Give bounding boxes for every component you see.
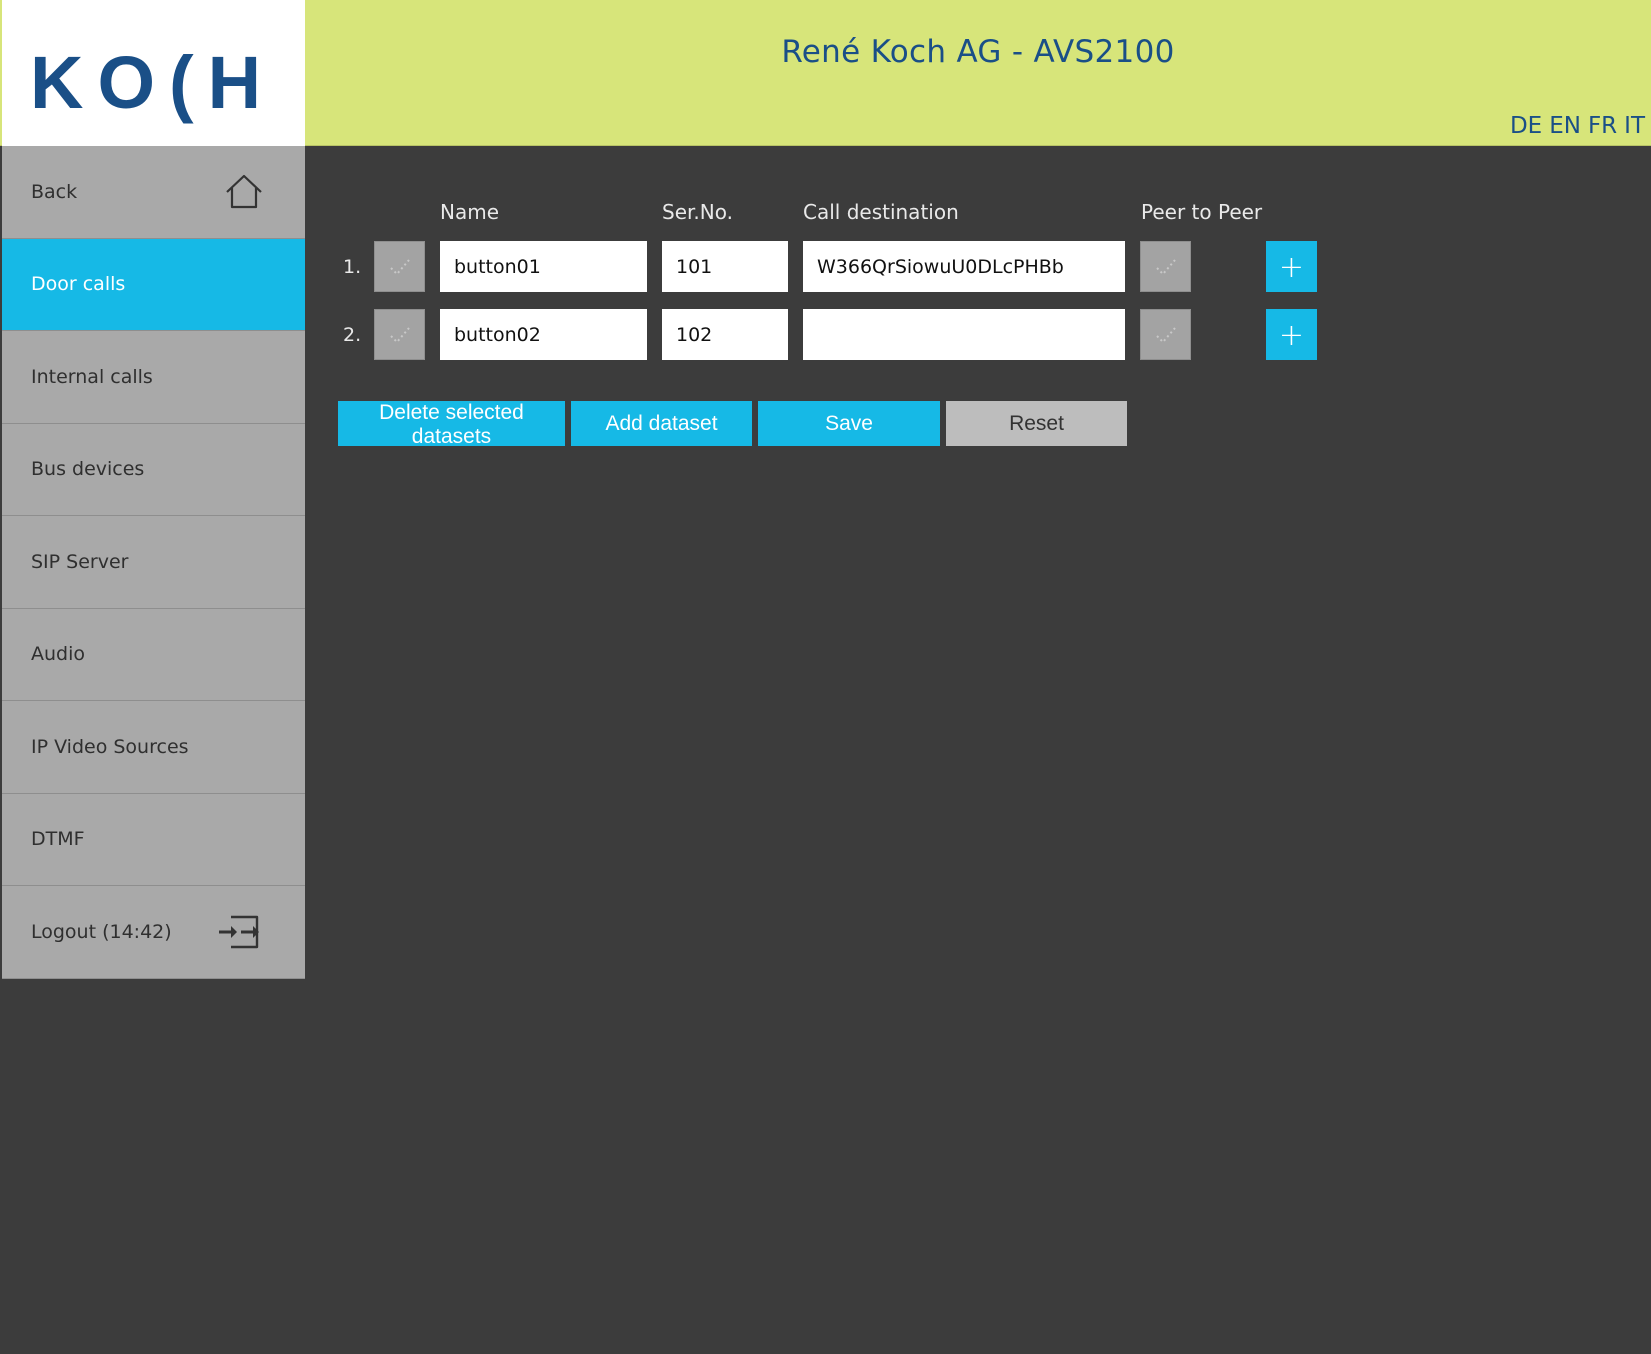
- add-destination-button[interactable]: +: [1266, 309, 1317, 360]
- sidebar-item-label: Logout (14:42): [31, 920, 172, 943]
- save-button[interactable]: Save: [758, 401, 940, 446]
- sidebar-item-logout[interactable]: Logout (14:42): [2, 886, 305, 979]
- sidebar-item-bus-devices[interactable]: Bus devices: [2, 423, 305, 516]
- sidebar-item-ip-video-sources[interactable]: IP Video Sources: [2, 701, 305, 794]
- sidebar: Back Door calls Internal calls Bus devic…: [2, 146, 305, 979]
- lang-en[interactable]: EN: [1549, 113, 1581, 139]
- logout-icon: [219, 915, 259, 948]
- row-select-checkbox[interactable]: [374, 309, 425, 360]
- call-destination-input[interactable]: [803, 309, 1125, 360]
- sidebar-item-audio[interactable]: Audio: [2, 608, 305, 701]
- add-dataset-button[interactable]: Add dataset: [571, 401, 752, 446]
- sidebar-item-internal-calls[interactable]: Internal calls: [2, 331, 305, 424]
- delete-selected-button[interactable]: Delete selected datasets: [338, 401, 565, 448]
- page-title: René Koch AG - AVS2100: [781, 34, 1175, 70]
- name-input[interactable]: [440, 241, 647, 292]
- column-header-peer-to-peer: Peer to Peer: [1141, 200, 1263, 224]
- sidebar-item-label: Back: [31, 180, 78, 203]
- sidebar-item-label: Door calls: [31, 273, 126, 296]
- app-header: KO(H René Koch AG - AVS2100 DE EN FR IT: [0, 0, 1651, 146]
- column-header-serno: Ser.No.: [662, 200, 733, 224]
- language-selector: DE EN FR IT: [1503, 113, 1645, 139]
- reset-button[interactable]: Reset: [946, 401, 1127, 446]
- lang-fr[interactable]: FR: [1588, 113, 1617, 139]
- add-destination-button[interactable]: +: [1266, 241, 1317, 292]
- sidebar-item-label: SIP Server: [31, 550, 129, 573]
- row-number: 1.: [343, 256, 362, 278]
- sidebar-item-dtmf[interactable]: DTMF: [2, 793, 305, 886]
- row-select-checkbox[interactable]: [374, 241, 425, 292]
- lang-de[interactable]: DE: [1510, 113, 1542, 139]
- sidebar-item-back[interactable]: Back: [2, 146, 305, 239]
- logo-text: KO(H: [30, 41, 275, 124]
- check-icon: [1156, 327, 1176, 344]
- sidebar-item-label: Bus devices: [31, 458, 145, 481]
- sidebar-item-label: IP Video Sources: [31, 735, 189, 758]
- sidebar-item-label: Internal calls: [31, 365, 153, 388]
- door-calls-panel: Name Ser.No. Call destination Peer to Pe…: [305, 146, 1651, 1354]
- serno-input[interactable]: [662, 309, 788, 360]
- lang-it[interactable]: IT: [1624, 113, 1645, 139]
- column-header-name: Name: [440, 200, 500, 224]
- sidebar-item-sip-server[interactable]: SIP Server: [2, 516, 305, 609]
- column-header-call-destination: Call destination: [803, 200, 959, 224]
- sidebar-item-label: Audio: [31, 643, 86, 666]
- peer-to-peer-checkbox[interactable]: [1140, 241, 1191, 292]
- check-icon: [1156, 259, 1176, 276]
- check-icon: [390, 327, 410, 344]
- check-icon: [390, 259, 410, 276]
- row-number: 2.: [343, 324, 362, 346]
- sidebar-item-door-calls[interactable]: Door calls: [2, 238, 305, 331]
- call-destination-input[interactable]: [803, 241, 1125, 292]
- koch-logo-graphic: KO(H: [30, 41, 275, 124]
- sidebar-item-label: DTMF: [31, 828, 85, 851]
- peer-to-peer-checkbox[interactable]: [1140, 309, 1191, 360]
- home-icon: [226, 174, 262, 208]
- koch-logo: KO(H: [2, 0, 305, 146]
- serno-input[interactable]: [662, 241, 788, 292]
- name-input[interactable]: [440, 309, 647, 360]
